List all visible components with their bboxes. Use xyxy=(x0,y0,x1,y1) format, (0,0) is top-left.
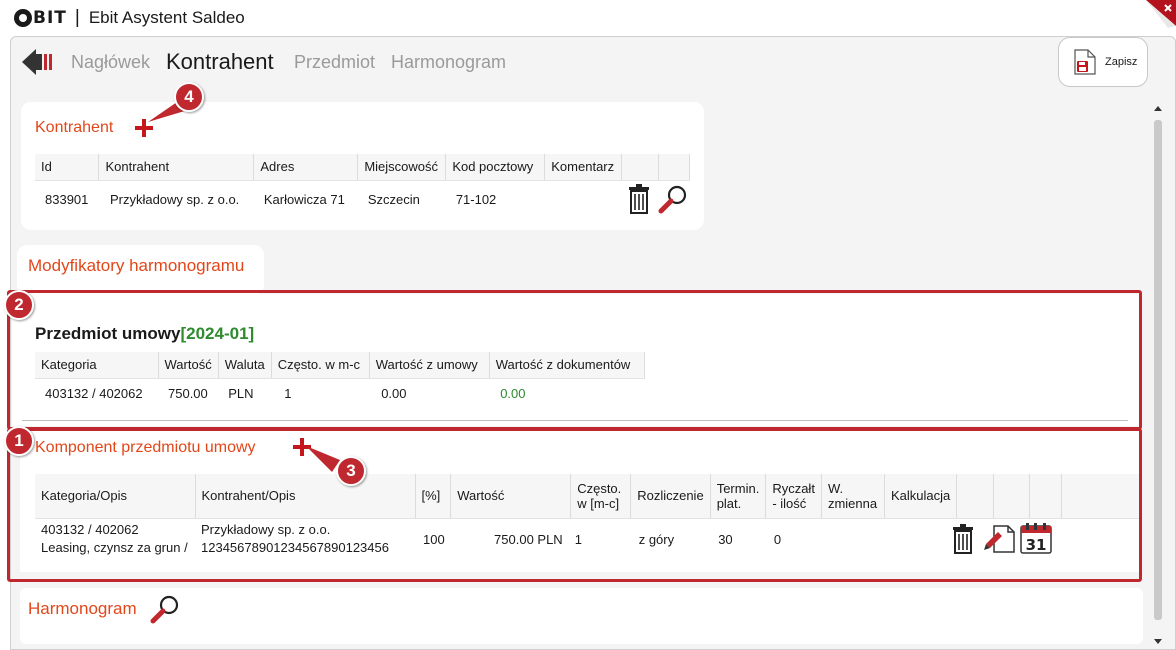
kontrahent-table-header: Id Kontrahent Adres Miejscowość Kod pocz… xyxy=(35,154,690,181)
cell-miejscowosc: Szczecin xyxy=(367,191,420,207)
annotation-badge-2: 2 xyxy=(4,290,34,320)
col-action-2 xyxy=(658,154,690,181)
table-row[interactable]: 833901 Przykładowy sp. z o.o. Karłowicza… xyxy=(35,180,690,218)
col-action-1 xyxy=(621,154,660,181)
scrollbar-thumb[interactable] xyxy=(1154,120,1162,620)
annotation-badge-4: 4 xyxy=(174,82,204,112)
tab-przedmiot[interactable]: Przedmiot xyxy=(294,52,375,73)
harmonogram-panel xyxy=(20,588,1143,644)
tab-kontrahent[interactable]: Kontrahent xyxy=(166,49,274,75)
col-kod-pocztowy: Kod pocztowy xyxy=(445,154,546,181)
title-separator: | xyxy=(74,7,80,28)
modifiers-title: Modyfikatory harmonogramu xyxy=(28,256,245,275)
delete-kontrahent-trash-icon[interactable] xyxy=(627,184,651,214)
close-icon[interactable] xyxy=(1140,0,1176,30)
logo-text: BIT xyxy=(33,8,67,28)
cell-id: 833901 xyxy=(45,191,89,207)
harmonogram-title: Harmonogram xyxy=(28,599,137,618)
annotation-box-1 xyxy=(7,428,1142,582)
save-label: Zapisz xyxy=(1105,56,1138,68)
cell-komentarz xyxy=(545,180,622,218)
col-adres: Adres xyxy=(253,154,359,181)
logo-e-mark xyxy=(14,9,32,27)
app-title: Ebit Asystent Saldeo xyxy=(88,8,245,27)
kontrahent-table: Id Kontrahent Adres Miejscowość Kod pocz… xyxy=(35,154,690,218)
view-kontrahent-magnifier-icon[interactable] xyxy=(658,184,688,214)
cell-kontrahent: Przykładowy sp. z o.o. xyxy=(109,191,240,207)
col-id: Id xyxy=(35,154,100,181)
col-miejscowosc: Miejscowość xyxy=(357,154,447,181)
cell-kod-pocztowy: 71-102 xyxy=(455,191,497,207)
annotation-box-2 xyxy=(7,290,1142,430)
tab-naglowek[interactable]: Nagłówek xyxy=(71,52,150,73)
col-kontrahent: Kontrahent xyxy=(98,154,255,181)
annotation-badge-3: 3 xyxy=(336,456,366,486)
cell-adres: Karłowicza 71 xyxy=(263,191,345,207)
ebit-logo: BIT | Ebit Asystent Saldeo xyxy=(14,7,245,28)
back-button[interactable] xyxy=(22,48,54,76)
save-document-icon xyxy=(1074,49,1096,75)
title-bar: BIT | Ebit Asystent Saldeo xyxy=(0,0,1176,36)
tab-harmonogram[interactable]: Harmonogram xyxy=(391,52,506,73)
back-arrow-icon xyxy=(22,49,52,75)
kontrahent-title: Kontrahent xyxy=(35,119,114,136)
col-komentarz: Komentarz xyxy=(544,154,623,181)
annotation-badge-1: 1 xyxy=(4,426,34,456)
view-harmonogram-magnifier-icon[interactable] xyxy=(150,594,180,624)
vertical-scrollbar[interactable] xyxy=(1150,96,1166,650)
scroll-up-arrow-icon[interactable] xyxy=(1154,106,1162,111)
scroll-down-arrow-icon[interactable] xyxy=(1154,639,1162,644)
save-button[interactable]: Zapisz xyxy=(1058,37,1148,87)
